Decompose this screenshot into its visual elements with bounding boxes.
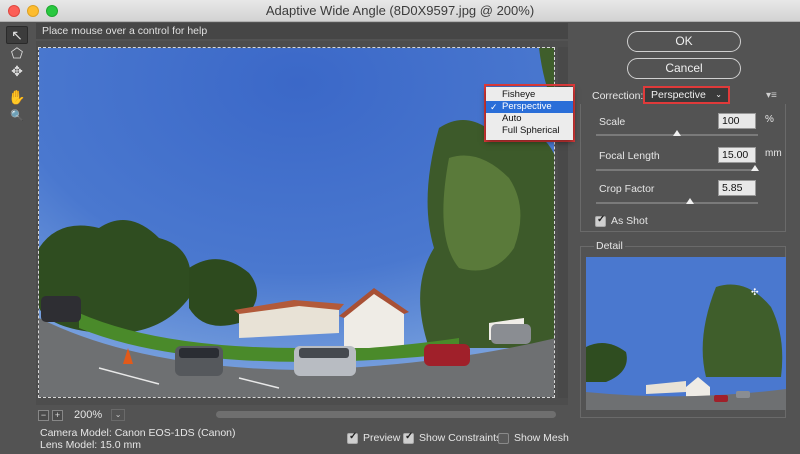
constraint-tool-icon[interactable]: ↖ (6, 26, 28, 44)
focal-length-unit: mm (765, 148, 782, 159)
detail-scene: ✣ (586, 257, 786, 410)
scale-label: Scale (599, 116, 626, 128)
focal-length-input[interactable] (718, 147, 756, 163)
zoom-out-button[interactable]: − (38, 409, 49, 421)
menu-item-perspective[interactable]: ✓ Perspective (486, 101, 573, 113)
show-mesh-checkbox[interactable] (498, 432, 509, 444)
polygon-constraint-tool-icon[interactable]: ⬠ (6, 44, 28, 62)
crop-factor-slider-thumb[interactable] (685, 198, 694, 204)
zoom-dropdown-chevron-icon[interactable]: ⌄ (111, 409, 126, 421)
focal-length-slider-thumb[interactable] (750, 165, 759, 171)
crop-factor-label: Crop Factor (599, 183, 655, 195)
focal-length-slider[interactable] (596, 165, 759, 171)
zoom-controls: − + 200% ⌄ (38, 408, 126, 422)
detail-preview-image: ✣ (586, 257, 786, 410)
cancel-button[interactable]: Cancel (627, 58, 741, 79)
correction-select[interactable]: Perspective ⌄ (643, 86, 730, 104)
as-shot-checkbox[interactable] (595, 214, 606, 227)
menu-item-full-spherical[interactable]: Full Spherical (486, 125, 573, 137)
menu-item-label: Perspective (502, 101, 552, 112)
photo-scene (39, 48, 554, 397)
preview-image[interactable] (38, 47, 555, 398)
menu-item-label: Fisheye (502, 89, 536, 100)
ok-button[interactable]: OK (627, 31, 741, 52)
scale-slider[interactable] (596, 130, 758, 136)
scale-unit: % (765, 114, 774, 125)
correction-label: Correction: (592, 90, 644, 102)
minimize-window-button[interactable] (27, 5, 39, 17)
zoom-window-button[interactable] (46, 5, 58, 17)
correction-selected-value: Perspective (651, 89, 706, 101)
show-constraints-label: Show Constraints (419, 432, 502, 444)
checkmark-icon: ✓ (490, 102, 498, 112)
preview-label: Preview (363, 432, 401, 444)
window-title: Adaptive Wide Angle (8D0X9597.jpg @ 200%… (265, 3, 535, 18)
zoom-tool-icon[interactable]: 🔍 (6, 106, 28, 124)
menu-item-auto[interactable]: Auto (486, 113, 573, 125)
close-window-button[interactable] (8, 5, 20, 17)
preview-checkbox[interactable] (347, 431, 358, 444)
chevron-down-icon: ⌄ (715, 90, 722, 99)
help-text-bar: Place mouse over a control for help (36, 23, 568, 39)
window-titlebar: Adaptive Wide Angle (8D0X9597.jpg @ 200%… (0, 0, 800, 22)
correction-dropdown-menu: Fisheye ✓ Perspective Auto Full Spherica… (486, 87, 573, 140)
show-mesh-label: Show Mesh (514, 432, 569, 444)
menu-item-fisheye[interactable]: Fisheye (486, 89, 573, 101)
focal-length-label: Focal Length (599, 150, 660, 162)
as-shot-label: As Shot (611, 215, 648, 227)
lens-model-text: Lens Model: 15.0 mm (40, 439, 141, 451)
svg-text:✣: ✣ (751, 288, 759, 298)
detail-label: Detail (594, 240, 625, 252)
scale-slider-thumb[interactable] (673, 130, 681, 136)
tool-palette: ↖ ⬠ ✥ ✋ 🔍 (0, 22, 34, 454)
camera-model-text: Camera Model: Canon EOS-1DS (Canon) (40, 427, 236, 439)
lens-info: Camera Model: Canon EOS-1DS (Canon) Lens… (40, 427, 236, 451)
panel-menu-icon[interactable]: ▾≡ (766, 90, 777, 101)
crop-factor-input[interactable] (718, 180, 756, 196)
preview-checkbox-row[interactable]: Preview (347, 431, 401, 444)
menu-item-label: Full Spherical (502, 125, 560, 136)
show-mesh-checkbox-row[interactable]: Show Mesh (498, 432, 569, 444)
move-tool-icon[interactable]: ✥ (6, 62, 28, 80)
menu-item-label: Auto (502, 113, 522, 124)
crop-factor-slider[interactable] (596, 198, 758, 204)
zoom-in-button[interactable]: + (52, 409, 63, 421)
show-constraints-checkbox-row[interactable]: Show Constraints (403, 431, 502, 444)
horizontal-scrollbar[interactable] (216, 411, 556, 418)
zoom-level: 200% (74, 409, 103, 421)
hand-tool-icon[interactable]: ✋ (6, 88, 28, 106)
show-constraints-checkbox[interactable] (403, 431, 414, 444)
as-shot-checkbox-row[interactable]: As Shot (595, 214, 648, 227)
scale-input[interactable] (718, 113, 756, 129)
